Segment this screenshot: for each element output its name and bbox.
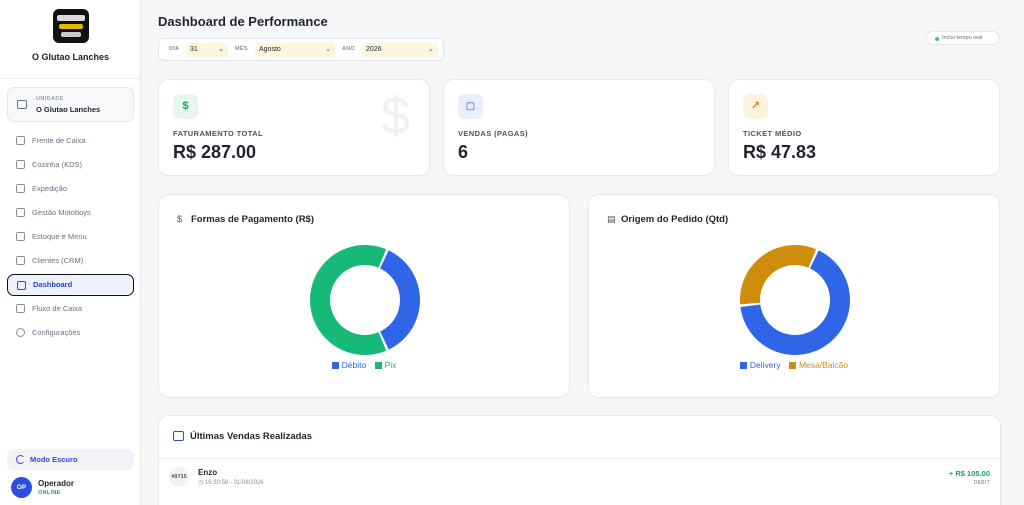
sale-datetime: ◷ 16:30:58 - 31/08/2026	[198, 479, 264, 486]
chef-hat-icon	[16, 160, 25, 169]
customer-name: Enzo	[198, 468, 218, 477]
sidebar-item-label: Dashboard	[33, 280, 73, 289]
legend-label: Delivery	[749, 360, 781, 370]
sidebar-item-clientes[interactable]: Clientes (CRM)	[7, 250, 134, 272]
unit-selector[interactable]: UNIDADE O Glutao Lanches	[7, 87, 134, 122]
sidebar-item-expedicao[interactable]: Expedição	[7, 178, 134, 200]
kpi-label: VENDAS (PAGAS)	[458, 129, 529, 138]
operator-status: ONLINE	[38, 490, 61, 496]
avatar: OP	[11, 477, 32, 498]
sidebar-item-label: Gestão Motoboys	[32, 208, 91, 217]
kpi-faturamento-total: $ $ FATURAMENTO TOTAL R$ 287.00	[158, 79, 430, 176]
legend-label: Débito	[341, 360, 367, 370]
donut-slice-d-bito[interactable]	[380, 250, 420, 350]
live-dot-icon	[935, 36, 939, 41]
legend-item-pix: Pix	[374, 360, 397, 370]
dark-mode-label: Modo Escuro	[30, 455, 78, 464]
day-label: DIA	[169, 46, 180, 52]
bike-icon	[16, 208, 25, 217]
sidebar: O Glutao Lanches UNIDADE O Glutao Lanche…	[0, 0, 141, 505]
chevron-down-icon: ⌄	[428, 46, 434, 53]
year-select[interactable]: 2026 ⌄	[362, 43, 438, 57]
kpi-ticket-medio: ↗ TICKET MÉDIO R$ 47.83	[728, 79, 1000, 176]
sale-amount: + R$ 105.00	[948, 469, 990, 478]
month-value: Agosto	[259, 46, 281, 53]
box-icon	[16, 232, 25, 241]
sidebar-item-label: Frente de Caixa	[32, 136, 86, 145]
sale-datetime-text: 16:30:58 - 31/08/2026	[204, 480, 264, 486]
month-select[interactable]: Agosto ⌄	[255, 43, 335, 57]
kpi-value: R$ 47.83	[743, 142, 817, 162]
donut-slice-pix[interactable]	[310, 245, 387, 355]
sidebar-item-label: Configurações	[32, 328, 81, 337]
month-label: MÊS	[235, 46, 248, 52]
kpi-value: 6	[458, 142, 469, 162]
order-origin-panel: ▤ Origem do Pedido (Qtd) Delivery Mesa/B…	[588, 194, 1000, 398]
shopping-bag-icon: ▢	[458, 94, 483, 119]
chart-legend: Delivery Mesa/Balcão	[589, 360, 999, 370]
sidebar-item-label: Clientes (CRM)	[32, 256, 84, 265]
gear-icon	[16, 328, 25, 337]
legend-label: Pix	[384, 360, 397, 370]
realtime-badge: Inclui tempo real	[926, 31, 1000, 45]
sidebar-item-configuracoes[interactable]: Configurações	[7, 322, 134, 344]
trending-up-icon: ↗	[743, 94, 768, 119]
sidebar-item-fluxo-de-caixa[interactable]: Fluxo de Caixa	[7, 298, 134, 320]
grid-icon	[17, 281, 26, 290]
sidebar-item-dashboard[interactable]: Dashboard	[7, 274, 134, 296]
sidebar-item-label: Estoque e Menu	[32, 232, 87, 241]
kpi-label: TICKET MÉDIO	[743, 129, 802, 138]
archive-icon	[173, 431, 184, 441]
scrollbar[interactable]	[1014, 0, 1024, 505]
clock-icon: ◷	[198, 480, 205, 486]
kpi-label: FATURAMENTO TOTAL	[173, 129, 263, 138]
legend-item-debito: Débito	[331, 360, 367, 370]
year-value: 2026	[366, 46, 382, 53]
sidebar-item-label: Fluxo de Caixa	[32, 304, 83, 313]
dark-mode-toggle[interactable]: Modo Escuro	[7, 449, 134, 470]
dollar-icon	[16, 304, 25, 313]
donut-slice-mesa-balc-o[interactable]	[740, 245, 817, 305]
moon-icon	[16, 455, 25, 464]
chevron-down-icon: ⌄	[218, 46, 224, 53]
truck-icon	[16, 184, 25, 193]
cart-icon	[16, 136, 25, 145]
sidebar-item-estoque[interactable]: Estoque e Menu	[7, 226, 134, 248]
payment-method: DEBIT	[973, 480, 990, 486]
sidebar-divider	[0, 78, 141, 79]
sidebar-item-gestao-motoboys[interactable]: Gestão Motoboys	[7, 202, 134, 224]
legend-item-mesa-balcao: Mesa/Balcão	[788, 360, 849, 370]
chevron-down-icon: ⌄	[325, 46, 331, 53]
day-value: 31	[190, 46, 198, 53]
kpi-vendas-pagas: ▢ VENDAS (PAGAS) 6	[443, 79, 715, 176]
year-label: ANO	[342, 46, 356, 52]
sidebar-item-cozinha[interactable]: Cozinha (KDS)	[7, 154, 134, 176]
sidebar-item-frente-de-caixa[interactable]: Frente de Caixa	[7, 130, 134, 152]
dollar-icon: $	[173, 94, 198, 119]
sidebar-item-label: Cozinha (KDS)	[32, 160, 83, 169]
page-title: Dashboard de Performance	[158, 14, 328, 29]
day-select[interactable]: 31 ⌄	[186, 43, 228, 57]
recent-sales-title: Últimas Vendas Realizadas	[190, 431, 312, 442]
sidebar-item-label: Expedição	[32, 184, 68, 193]
store-icon	[17, 100, 27, 109]
order-id-badge: #9715	[169, 467, 189, 487]
payment-methods-panel: $ Formas de Pagamento (R$) Débito Pix	[158, 194, 570, 398]
brand-name: O Glutao Lanches	[31, 52, 109, 62]
dollar-watermark-icon: $	[381, 87, 410, 145]
realtime-label: Inclui tempo real	[942, 35, 983, 41]
operator-name: Operador	[38, 479, 75, 488]
table-row[interactable]: #9715 Enzo ◷ 16:30:58 - 31/08/2026 + R$ …	[159, 459, 1002, 499]
unit-label: UNIDADE	[36, 96, 64, 102]
users-icon	[16, 256, 25, 265]
kpi-value: R$ 287.00	[173, 142, 257, 162]
legend-label: Mesa/Balcão	[798, 360, 849, 370]
chart-legend: Débito Pix	[159, 360, 569, 370]
recent-sales-panel: Últimas Vendas Realizadas #9715 Enzo ◷ 1…	[158, 415, 1002, 505]
unit-value: O Glutao Lanches	[36, 105, 101, 114]
date-filters: DIA 31 ⌄ MÊS Agosto ⌄ ANO 2026 ⌄	[158, 38, 444, 61]
legend-item-delivery: Delivery	[739, 360, 781, 370]
brand-logo	[53, 9, 89, 43]
